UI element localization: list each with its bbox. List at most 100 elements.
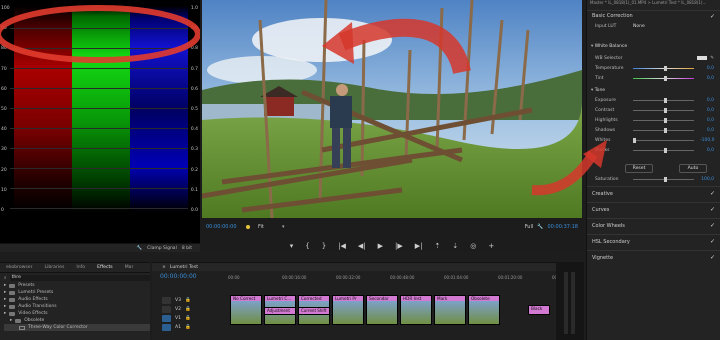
chevron-right-icon[interactable]: ▸ [10,318,12,323]
tab-effects[interactable]: Effects [91,265,119,270]
effects-tree-item[interactable]: ▸ Video Effects [4,310,150,317]
sequence-clip[interactable]: Lumetri Pr [332,295,364,325]
slider-track[interactable] [633,65,694,71]
lift-icon[interactable]: ⇡ [435,242,441,250]
wrench-icon[interactable]: 🔧 [537,224,543,230]
slider-knob[interactable] [663,107,667,113]
slider-value[interactable]: 0,0 [700,118,714,123]
slider-track[interactable] [633,127,694,133]
chevron-right-icon[interactable]: ▸ [4,290,6,295]
checkmark-icon[interactable]: ✓ [710,238,715,245]
effects-tree-item[interactable]: ▸ Obsolete [4,317,150,324]
sequence-clip[interactable]: Mark [434,295,466,325]
lock-icon[interactable]: 🔒 [185,325,191,330]
effects-tree-item[interactable]: Three-Way Color Corrector [4,324,150,331]
checkmark-icon[interactable]: ✓ [710,190,715,197]
reset-button[interactable]: Reset [625,164,653,173]
quality-select[interactable]: Full [525,224,534,230]
sequence-clip[interactable]: Obsolete [468,295,500,325]
eyedropper-icon[interactable]: ✎ [710,56,714,61]
slider-knob[interactable] [663,117,667,123]
slider-value[interactable]: 0,0 [700,128,714,133]
checkmark-icon[interactable]: ✓ [710,206,715,213]
slider-knob[interactable] [663,65,667,71]
step-forward-icon[interactable]: |▶ [395,242,403,250]
white-balance-heading[interactable]: ▾ White Balance [591,42,714,50]
slider-track[interactable] [633,97,694,103]
effects-tree-item[interactable]: ▸ Audio Effects [4,296,150,303]
basic-correction-section[interactable]: Basic Correction ✓ [587,10,720,21]
mark-out-icon[interactable]: } [322,242,326,250]
chevron-down-icon[interactable]: ▾ [282,224,285,230]
end-clip[interactable]: Black [528,305,550,315]
play-icon[interactable]: ▶ [378,242,383,250]
track-target-button[interactable] [162,306,171,313]
section-hsl-secondary[interactable]: HSL Secondary ✓ [587,234,720,248]
slider-value[interactable]: 0,0 [700,148,714,153]
search-input[interactable]: thre [9,274,150,281]
mark-in-icon[interactable]: { [305,242,309,250]
slider-value[interactable]: 0,0 [700,98,714,103]
effects-tree-item[interactable]: ▸ Presets [4,282,150,289]
goto-out-icon[interactable]: ▶| [415,242,423,250]
checkmark-icon[interactable]: ✓ [710,222,715,229]
add-marker-icon[interactable]: ▾ [290,242,294,250]
video-frame[interactable] [202,0,582,218]
slider-track[interactable] [633,147,694,153]
lock-icon[interactable]: 🔒 [185,298,191,303]
auto-button[interactable]: Auto [679,164,707,173]
slider-track[interactable] [633,117,694,123]
sequence-timecode[interactable]: 00:00:00:00 [160,273,197,280]
slider-value[interactable]: 0,0 [700,76,714,81]
slider-track[interactable] [633,137,694,143]
track-target-button[interactable] [162,324,171,331]
slider-track[interactable] [633,107,694,113]
chevron-right-icon[interactable]: ▸ [4,283,6,288]
tab-libraries[interactable]: Libraries [39,265,71,270]
checkmark-icon[interactable]: ✓ [710,254,715,261]
time-ruler[interactable]: 00:00 00:00:16:00 00:00:32:00 00:00:48:00 00… [228,275,576,281]
effects-tree-item[interactable]: ▸ Audio Transitions [4,303,150,310]
slider-knob[interactable] [663,75,667,81]
saturation-value[interactable]: 100,0 [700,177,714,182]
effects-tree-item[interactable]: ▸ Lumetri Presets [4,289,150,296]
sequence-clip[interactable]: No Correct [230,295,262,325]
tab-ekobrowser[interactable]: ekobrowser [0,265,39,270]
tab-info[interactable]: Info [70,265,91,270]
chevron-right-icon[interactable]: ▸ [4,297,6,302]
slider-knob[interactable] [663,127,667,133]
input-lut-select[interactable]: None [633,24,645,29]
slider-knob[interactable] [663,97,667,103]
close-icon[interactable]: × [162,265,166,270]
slider-value[interactable]: 0,0 [700,66,714,71]
lock-icon[interactable]: 🔒 [185,307,191,312]
adjustment-clip[interactable]: Current Shift [298,307,330,315]
chevron-right-icon[interactable]: ▸ [4,311,6,316]
playhead-timecode[interactable]: 00:00:00:00 [206,224,246,230]
fit-select[interactable]: Fit [258,224,282,230]
tone-heading[interactable]: ▾ Tone [591,86,714,94]
button-editor-icon[interactable]: + [488,242,494,250]
adjustment-clip[interactable]: Adjustment [264,307,296,315]
export-frame-icon[interactable]: ◎ [470,242,476,250]
sequence-clip[interactable]: HDR Inst [400,295,432,325]
goto-in-icon[interactable]: |◀ [338,242,346,250]
sequence-clip[interactable]: Secondar [366,295,398,325]
step-back-icon[interactable]: ◀| [358,242,366,250]
extract-icon[interactable]: ⇣ [452,242,458,250]
wb-swatch[interactable] [697,56,708,60]
track-target-button[interactable] [162,315,171,322]
track-target-button[interactable] [162,297,171,304]
slider-track[interactable] [633,75,694,81]
slider-value[interactable]: 0,0 [700,108,714,113]
timeline-tab[interactable]: × Lumetri Test [152,263,584,271]
lock-icon[interactable]: 🔒 [185,316,191,321]
clamp-signal-label[interactable]: Clamp Signal [147,246,177,251]
chevron-right-icon[interactable]: ▸ [4,304,6,309]
slider-knob[interactable] [633,137,636,143]
slider-knob[interactable] [663,147,667,153]
bit-depth-select[interactable]: 8 bit [182,246,192,251]
section-vignette[interactable]: Vignette ✓ [587,250,720,264]
slider-value[interactable]: -100,0 [700,138,715,143]
tab-mar[interactable]: Mar [119,265,140,270]
